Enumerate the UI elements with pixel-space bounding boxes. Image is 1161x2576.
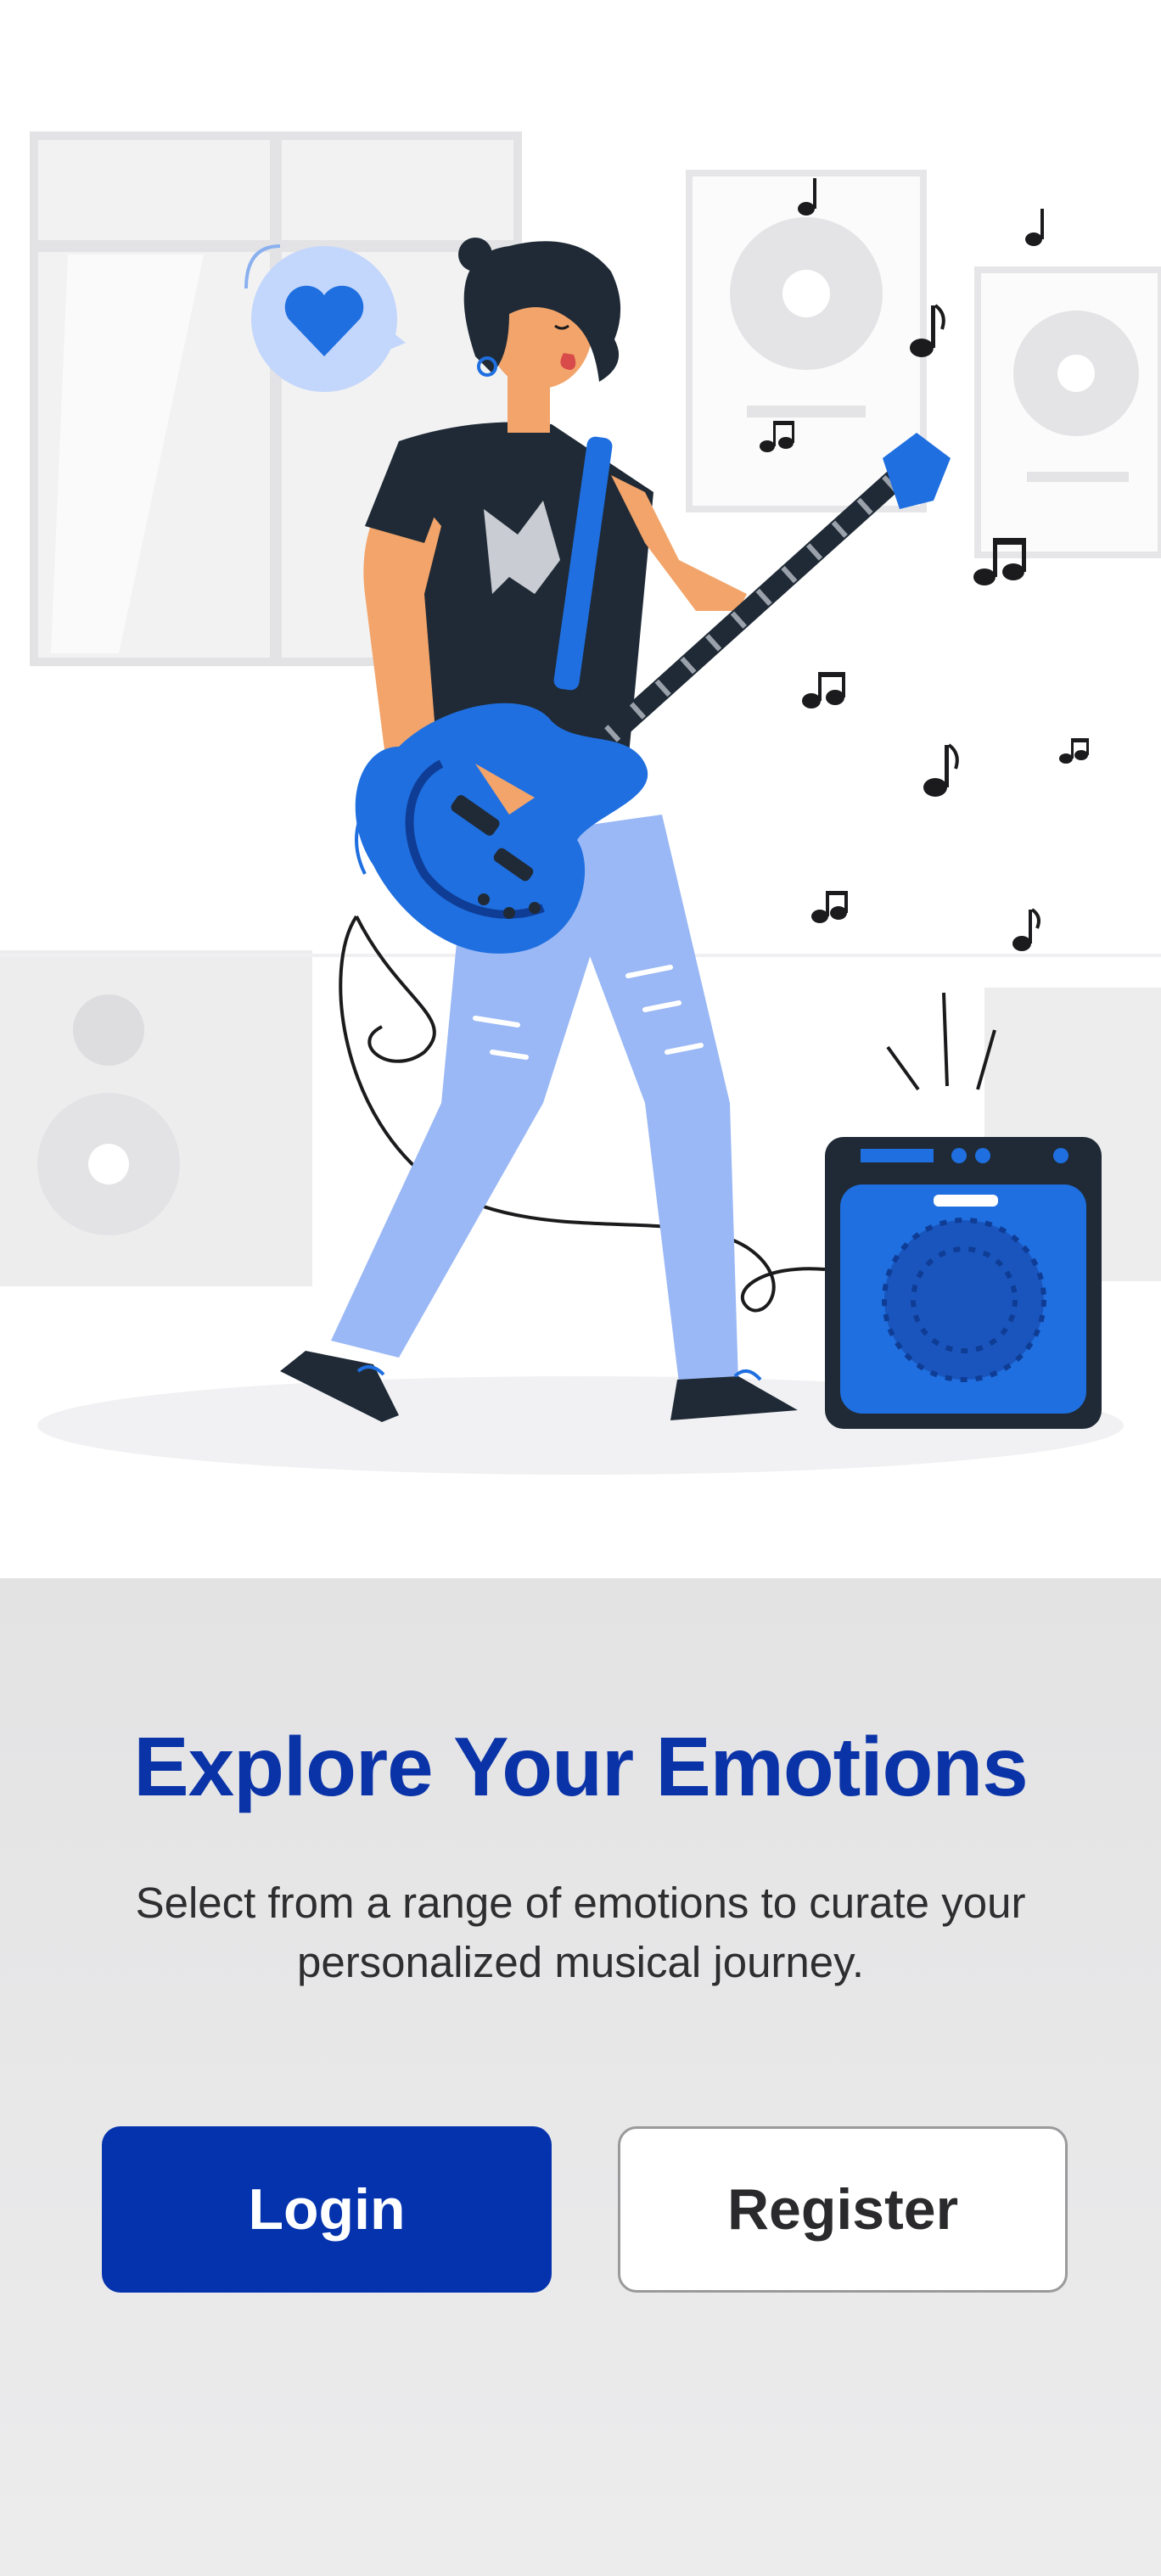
page-subtitle: Select from a range of emotions to curat…	[135, 1879, 1026, 1986]
page-title: Explore Your Emotions	[133, 1720, 1029, 1813]
register-button-label: Register	[726, 2177, 959, 2242]
onboarding-screen: Explore Your Emotions Select from a rang…	[0, 0, 1161, 2576]
register-button[interactable]: Register	[618, 2126, 1068, 2293]
guitarist-illustration	[0, 0, 1161, 1578]
hero-illustration	[0, 0, 1161, 1578]
login-button[interactable]: Login	[102, 2126, 552, 2293]
speaker-decoration	[0, 950, 312, 1286]
vinyl-poster	[974, 266, 1161, 558]
login-button-label: Login	[248, 2177, 406, 2242]
